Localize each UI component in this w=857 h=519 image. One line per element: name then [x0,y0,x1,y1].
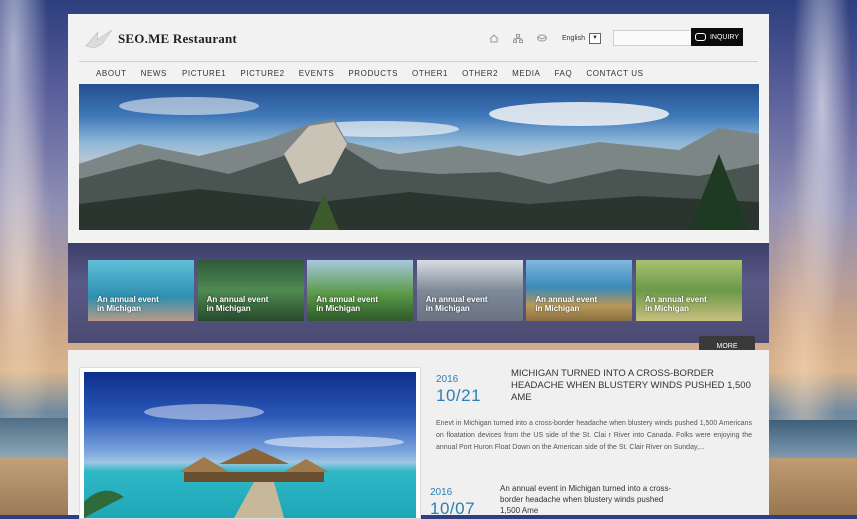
chevron-down-icon[interactable]: ▼ [588,32,601,44]
gallery-caption: An annual event in Michigan [316,295,378,313]
news-day: 10/07 [430,499,476,518]
nav-item-products[interactable]: PRODUCTS [348,69,398,78]
gallery-caption: An annual event in Michigan [644,295,707,313]
nav-item-about[interactable]: ABOUT [96,69,127,78]
news-day: 10/21 [436,386,482,405]
email-icon[interactable] [536,33,548,43]
gallery-band: An annual event in Michigan An annual eve… [68,243,769,356]
background-sand-right [769,458,857,515]
news-title-2[interactable]: An annual event in Michigan turned into … [500,483,672,516]
header: SEO.ME Restaurant English ▼ INQUIRY ABOU… [68,14,769,243]
page-wrapper: SEO.ME Restaurant English ▼ INQUIRY ABOU… [68,14,769,519]
top-toolbar: English ▼ [488,30,693,46]
brand-name: SEO.ME Restaurant [118,31,237,46]
background-sand-left [0,458,68,515]
gallery-thumb-6[interactable]: An annual event in Michigan [635,260,742,321]
gallery-thumbnails: An annual event in Michigan An annual eve… [88,260,746,321]
news-featured-image-frame[interactable] [79,367,421,519]
main-nav: ABOUT NEWS PICTURE1 PICTURE2 EVENTS PROD… [96,69,644,78]
nav-item-faq[interactable]: FAQ [555,69,573,78]
news-featured-image [84,372,416,518]
gallery-thumb-2[interactable]: An annual event in Michigan [197,260,304,321]
nav-divider [79,61,758,62]
background-sea-left [0,418,68,458]
gallery-caption: An annual event in Michigan [425,295,488,313]
gallery-thumb-5[interactable]: An annual event in Michigan [526,260,633,321]
news-date-2: 2016 10/07 [430,487,475,519]
inquiry-button[interactable]: INQUIRY [691,28,743,46]
news-title-1[interactable]: MICHIGAN TURNED INTO A CROSS-BORDER HEAD… [511,368,761,404]
gallery-thumb-3[interactable]: An annual event in Michigan [307,260,414,321]
background-sea-right [769,420,857,458]
gallery-thumb-4[interactable]: An annual event in Michigan [416,260,523,321]
language-select[interactable]: English ▼ [562,32,601,44]
language-value: English [562,34,585,42]
nav-item-media[interactable]: MEDIA [512,69,540,78]
gallery-caption: An annual event in Michigan [206,295,269,313]
logo-bird-icon [84,28,114,50]
nav-item-other1[interactable]: OTHER1 [412,69,448,78]
sitemap-icon[interactable] [512,33,524,43]
news-section: 2016 10/21 MICHIGAN TURNED INTO A CROSS-… [68,350,769,519]
nav-item-picture1[interactable]: PICTURE1 [182,69,226,78]
gallery-caption: An annual event in Michigan [97,295,159,313]
search-input[interactable] [612,30,693,46]
news-summary-1: Enevt in Michigan turned into a cross-bo… [436,420,752,451]
nav-item-news[interactable]: NEWS [141,69,167,78]
news-year: 2016 [436,374,459,385]
nav-item-events[interactable]: EVENTS [299,69,335,78]
nav-item-picture2[interactable]: PICTURE2 [240,69,284,78]
home-icon[interactable] [488,33,500,43]
logo[interactable]: SEO.ME Restaurant [84,28,237,50]
news-year: 2016 [430,487,453,498]
chat-icon [694,33,706,41]
inquiry-label: INQUIRY [709,33,740,41]
gallery-caption: An annual event in Michigan [535,295,598,313]
news-date-1: 2016 10/21 [436,374,481,406]
gallery-thumb-1[interactable]: An annual event in Michigan [88,260,194,321]
hero-banner-image [79,84,759,230]
nav-item-contact-us[interactable]: CONTACT US [586,69,643,78]
nav-item-other2[interactable]: OTHER2 [462,69,498,78]
